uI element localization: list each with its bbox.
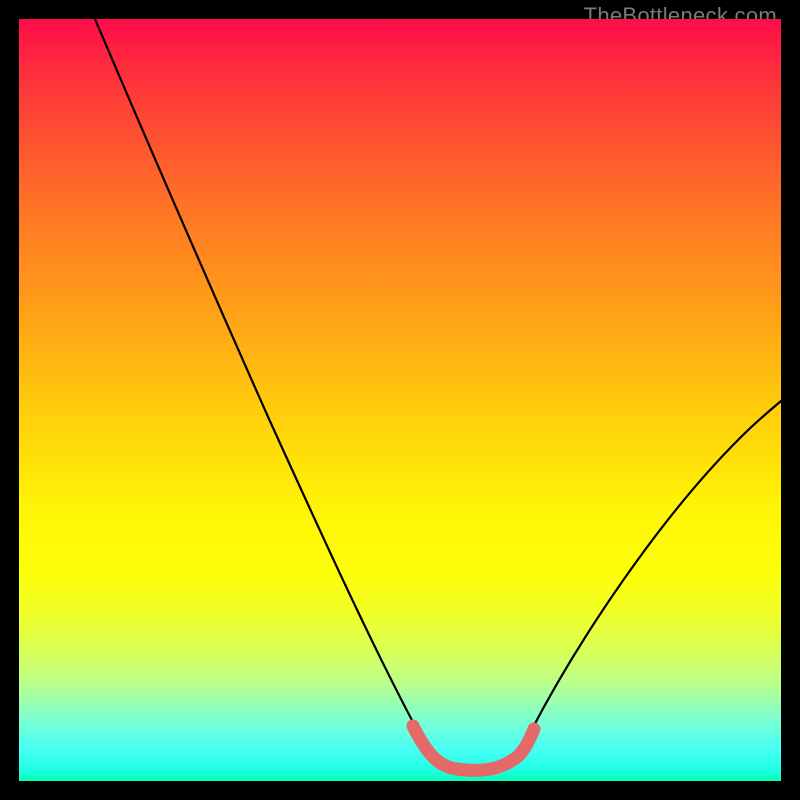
plot-area (19, 19, 781, 781)
highlight-flat-segment (413, 726, 534, 770)
highlight-layer (19, 19, 781, 781)
chart-stage: TheBottleneck.com (0, 0, 800, 800)
